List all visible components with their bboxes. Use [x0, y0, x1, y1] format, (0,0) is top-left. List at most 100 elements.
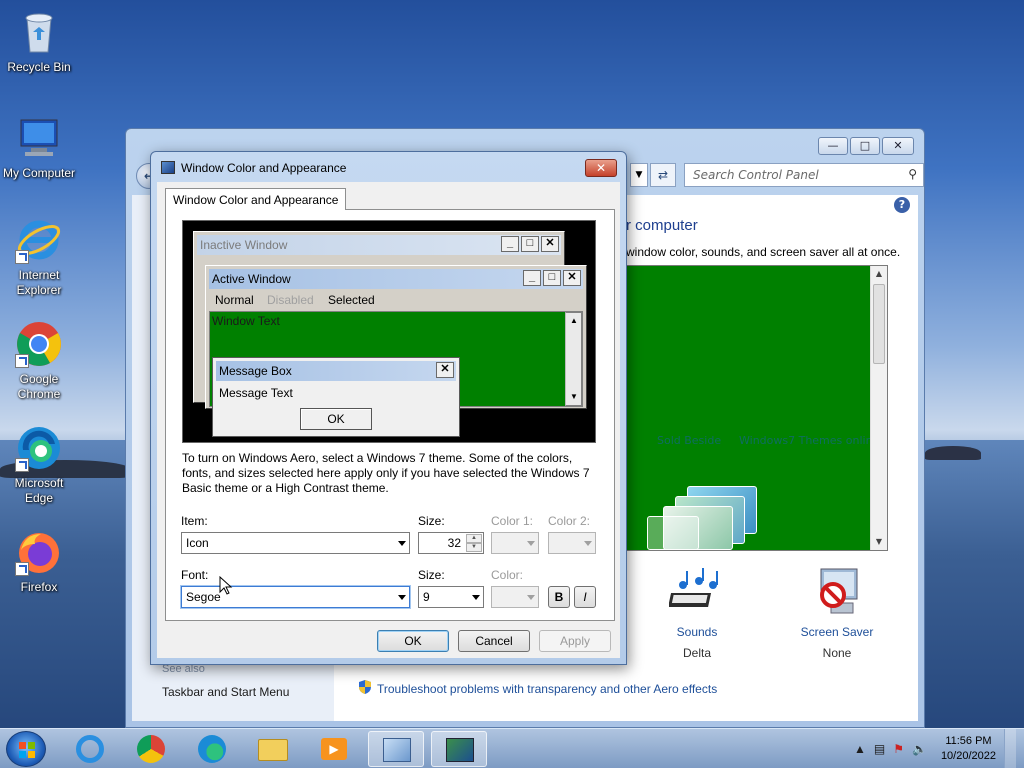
preview-minimize-icon: _	[501, 236, 519, 252]
chevron-down-icon	[398, 541, 406, 546]
internet-explorer-icon	[15, 216, 63, 264]
taskbar-edge[interactable]	[184, 731, 240, 767]
preview-menu-normal: Normal	[215, 293, 254, 307]
desktop-icon-my-computer[interactable]: My Computer	[1, 114, 77, 181]
sounds-item[interactable]: Sounds Delta	[642, 565, 752, 660]
preview-menu-bar: Normal Disabled Selected	[209, 291, 583, 309]
address-dropdown-button[interactable]: ▼	[630, 163, 648, 187]
clock-time: 11:56 PM	[945, 735, 992, 747]
bold-button[interactable]: B	[548, 586, 570, 608]
search-placeholder: Search Control Panel	[693, 168, 819, 182]
theme-list-scrollbar[interactable]: ▲ ▼	[870, 266, 887, 550]
screen-saver-item[interactable]: Screen Saver None	[782, 565, 892, 660]
appearance-preview[interactable]: Inactive Window _ □ ✕ Active Window _ □	[182, 220, 596, 443]
edge-icon	[15, 424, 63, 472]
network-icon[interactable]: ▤	[874, 742, 885, 756]
desktop-icon-internet-explorer[interactable]: Internet Explorer	[1, 216, 77, 298]
taskbar-internet-explorer[interactable]	[62, 731, 118, 767]
spin-down-icon[interactable]: ▼	[466, 543, 482, 552]
spin-up-icon[interactable]: ▲	[466, 534, 482, 543]
apply-button[interactable]: Apply	[539, 630, 611, 652]
ok-button[interactable]: OK	[377, 630, 449, 652]
font-value: Segoe	[186, 590, 221, 604]
taskbar-start-menu-link[interactable]: Taskbar and Start Menu	[162, 685, 289, 699]
preview-scrollbar: ▲ ▼	[565, 312, 582, 406]
taskbar-file-explorer[interactable]	[245, 731, 301, 767]
mouse-cursor-icon	[219, 575, 233, 599]
font-color-dropdown[interactable]	[491, 586, 539, 608]
maximize-button[interactable]: □	[850, 137, 880, 155]
font-dropdown[interactable]: Segoe	[181, 586, 410, 608]
folder-icon	[258, 739, 288, 761]
taskbar-personalization[interactable]	[431, 731, 487, 767]
preview-msgbox-title: Message Box	[219, 364, 292, 378]
desktop-icon-recycle-bin[interactable]: Recycle Bin	[1, 8, 77, 75]
show-hidden-icons-icon[interactable]: ▲	[854, 742, 866, 756]
tab-window-color-appearance[interactable]: Window Color and Appearance	[165, 188, 347, 210]
taskbar-media-player[interactable]: ▶	[306, 731, 362, 767]
shortcut-arrow-icon	[15, 562, 29, 576]
scroll-down-icon[interactable]: ▼	[871, 534, 887, 550]
sounds-label[interactable]: Sounds	[642, 625, 752, 639]
desktop-icon-microsoft-edge[interactable]: Microsoft Edge	[1, 424, 77, 506]
dialog-app-icon	[161, 161, 175, 174]
firefox-icon	[15, 528, 63, 576]
computer-icon	[15, 114, 63, 162]
preview-message-box[interactable]: Message Box ✕ Message Text OK	[212, 357, 460, 437]
recycle-bin-icon	[15, 8, 63, 56]
scroll-thumb[interactable]	[873, 284, 885, 364]
color2-dropdown[interactable]	[548, 532, 596, 554]
taskbar-chrome[interactable]	[123, 731, 179, 767]
chevron-down-icon	[527, 595, 535, 600]
desktop-icon-firefox[interactable]: Firefox	[1, 528, 77, 595]
close-button[interactable]: ✕	[882, 137, 914, 155]
search-icon[interactable]: ⚲	[908, 167, 917, 181]
theme-list[interactable]: Sold Beside Windows7 Themes online ▲ ▼	[626, 265, 888, 551]
cancel-button[interactable]: Cancel	[458, 630, 530, 652]
preview-inactive-titlebar: Inactive Window _ □ ✕	[197, 235, 561, 255]
spinner-buttons[interactable]: ▲ ▼	[466, 534, 482, 552]
theme-thumbnail[interactable]	[647, 516, 699, 550]
preview-active-title: Active Window	[212, 272, 291, 286]
desktop-icon-label: Recycle Bin	[7, 60, 71, 74]
help-icon[interactable]: ?	[894, 197, 910, 213]
minimize-button[interactable]: —	[818, 137, 848, 155]
chevron-down-icon	[398, 595, 406, 600]
chrome-icon	[137, 735, 165, 763]
italic-button[interactable]: I	[574, 586, 596, 608]
desktop-icon-label: Internet Explorer	[16, 268, 62, 297]
show-desktop-button[interactable]	[1004, 729, 1016, 768]
chevron-down-icon	[584, 541, 592, 546]
font-size-dropdown[interactable]: 9	[418, 586, 484, 608]
volume-icon[interactable]: 🔈	[912, 742, 927, 756]
preview-window-text: Window Text	[212, 314, 280, 328]
action-center-icon[interactable]: ⚑	[893, 742, 904, 756]
taskbar-control-panel[interactable]	[368, 731, 424, 767]
troubleshoot-link[interactable]: Troubleshoot problems with transparency …	[357, 679, 717, 698]
start-button[interactable]	[6, 731, 46, 767]
theme-link[interactable]: Sold Beside	[657, 434, 721, 447]
troubleshoot-link-label: Troubleshoot problems with transparency …	[377, 681, 718, 696]
scroll-up-icon[interactable]: ▲	[871, 266, 887, 282]
color1-dropdown[interactable]	[491, 532, 539, 554]
windows-logo-icon	[19, 742, 35, 758]
edge-icon	[198, 735, 226, 763]
shortcut-arrow-icon	[15, 458, 29, 472]
dialog-close-button[interactable]: ✕	[585, 159, 617, 177]
preview-active-titlebar: Active Window _ □ ✕	[209, 269, 583, 289]
desktop-icon-google-chrome[interactable]: Google Chrome	[1, 320, 77, 402]
item-size-spinner[interactable]: 32 ▲ ▼	[418, 532, 484, 554]
preview-maximize-icon: □	[521, 236, 539, 252]
screen-saver-label[interactable]: Screen Saver	[782, 625, 892, 639]
shortcut-arrow-icon	[15, 250, 29, 264]
item-label: Item:	[181, 514, 208, 528]
clock[interactable]: 11:56 PM 10/20/2022	[941, 734, 996, 764]
item-dropdown[interactable]: Icon	[181, 532, 410, 554]
search-input[interactable]: Search Control Panel ⚲	[684, 163, 924, 187]
refresh-button[interactable]: ⇄	[650, 163, 676, 187]
theme-link[interactable]: Windows7 Themes online	[739, 434, 879, 447]
chevron-down-icon	[472, 595, 480, 600]
page-title: r computer	[626, 217, 698, 234]
screen-saver-icon	[782, 565, 892, 625]
internet-explorer-icon	[76, 735, 104, 763]
